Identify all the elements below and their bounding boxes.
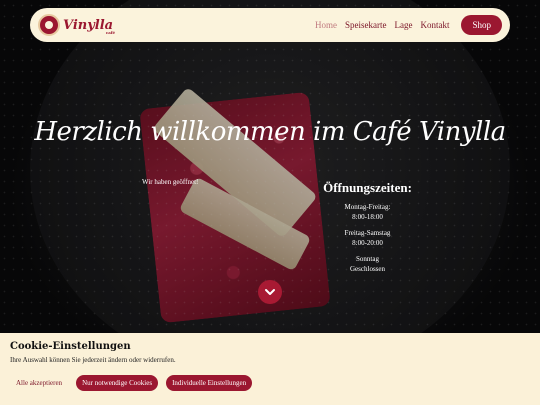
cookie-actions: Alle akzeptieren Nur notwendige Cookies …: [10, 375, 530, 391]
logo-badge-icon: [38, 14, 60, 36]
navbar: Vinylla café Home Speisekarte Lage Konta…: [30, 8, 510, 42]
opening-hours-title: Öffnungszeiten:: [323, 180, 412, 195]
hours-weekend: Freitag-Samstag 8:00-20:00: [344, 229, 391, 247]
logo-text: Vinylla café: [63, 17, 116, 35]
chevron-down-icon: [265, 289, 275, 295]
hours-weekday: Montag-Freitag: 8:00-18:00: [344, 203, 391, 221]
hours-sunday: Sonntag Geschlossen: [350, 255, 385, 273]
logo[interactable]: Vinylla café: [38, 14, 118, 36]
nav-kontakt[interactable]: Kontakt: [420, 20, 449, 30]
individual-settings-button[interactable]: Individuelle Einstellungen: [166, 375, 253, 391]
cookie-banner: Cookie-Einstellungen Ihre Auswahl können…: [0, 333, 540, 405]
open-status: Wir haben geöffnet!: [142, 178, 199, 186]
necessary-only-button[interactable]: Nur notwendige Cookies: [76, 375, 159, 391]
nav-home[interactable]: Home: [315, 20, 337, 30]
shop-button[interactable]: Shop: [461, 15, 502, 35]
nav-speisekarte[interactable]: Speisekarte: [345, 20, 386, 30]
hero-title: Herzlich willkommen im Café Vinylla: [34, 117, 506, 147]
accept-all-button[interactable]: Alle akzeptieren: [10, 375, 68, 391]
main-nav: Home Speisekarte Lage Kontakt: [315, 20, 449, 30]
cookie-text: Ihre Auswahl können Sie jederzeit ändern…: [10, 356, 176, 364]
scroll-down-button[interactable]: [258, 280, 282, 304]
opening-hours: Öffnungszeiten: Montag-Freitag: 8:00-18:…: [300, 180, 435, 280]
nav-lage[interactable]: Lage: [394, 20, 412, 30]
logo-subtext: café: [105, 29, 116, 35]
cookie-title: Cookie-Einstellungen: [10, 341, 131, 352]
